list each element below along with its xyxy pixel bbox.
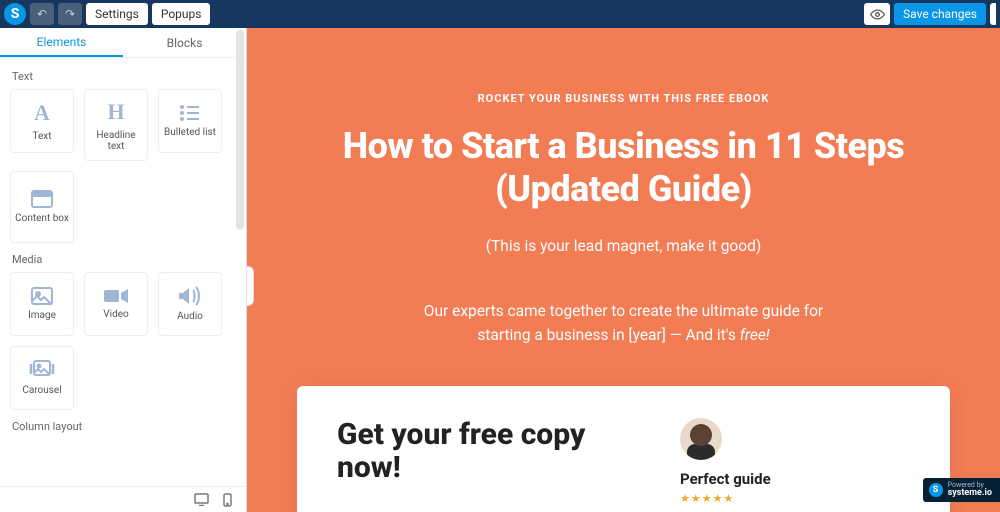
save-button[interactable]: Save changes <box>894 3 986 25</box>
card-video-label: Video <box>100 309 131 320</box>
badge-logo-icon: S <box>929 483 943 497</box>
undo-button[interactable]: ↶ <box>30 3 54 25</box>
hero: ROCKET YOUR BUSINESS WITH THIS FREE EBOO… <box>247 28 1000 371</box>
card-video[interactable]: Video <box>84 272 148 336</box>
panel-collapse-handle[interactable] <box>247 266 254 306</box>
form-card[interactable]: Get your free copy now! Sign up using th… <box>297 386 950 512</box>
card-contentbox-label: Content box <box>12 213 72 224</box>
hero-desc-l2b: free! <box>740 326 770 344</box>
review-block[interactable]: Perfect guide ★★★★★ "I've been in busine… <box>680 418 910 512</box>
review-title: Perfect guide <box>680 470 910 488</box>
review-avatar <box>680 418 722 460</box>
form-heading[interactable]: Get your free copy now! <box>337 418 644 484</box>
settings-button[interactable]: Settings <box>86 3 148 25</box>
sidebar-scrollbar[interactable] <box>236 30 244 230</box>
desktop-icon[interactable] <box>194 493 209 506</box>
top-toolbar: S ↶ ↷ Settings Popups Save changes <box>0 0 1000 28</box>
bulleted-list-icon <box>179 104 201 122</box>
review-stars: ★★★★★ <box>680 492 910 505</box>
powered-by-badge[interactable]: S Powered by systeme.io <box>923 478 1000 502</box>
video-icon <box>104 288 128 304</box>
section-text-label: Text <box>12 70 236 83</box>
card-audio[interactable]: Audio <box>158 272 222 336</box>
card-contentbox[interactable]: Content box <box>10 171 74 243</box>
card-audio-label: Audio <box>174 311 206 322</box>
popups-button[interactable]: Popups <box>152 3 211 25</box>
hero-description[interactable]: Our experts came together to create the … <box>287 299 960 347</box>
hero-tagline[interactable]: (This is your lead magnet, make it good) <box>287 237 960 255</box>
hero-desc-l2a: starting a business in [year] — And it's <box>477 326 739 344</box>
mobile-icon[interactable] <box>223 493 232 507</box>
card-carousel-label: Carousel <box>19 385 64 396</box>
elements-panel: Text A Text H Headline text Bulleted lis… <box>0 58 246 486</box>
tab-blocks[interactable]: Blocks <box>123 28 246 57</box>
app-logo: S <box>4 3 26 25</box>
card-headline-label: Headline text <box>85 130 147 152</box>
headline-icon: H <box>107 99 124 125</box>
text-icon: A <box>34 100 50 126</box>
card-image-label: Image <box>25 310 59 321</box>
card-carousel[interactable]: Carousel <box>10 346 74 410</box>
carousel-icon <box>29 360 55 380</box>
card-bulleted[interactable]: Bulleted list <box>158 89 222 153</box>
card-bulleted-label: Bulleted list <box>161 127 219 138</box>
card-text-label: Text <box>29 131 54 142</box>
hero-desc-l1: Our experts came together to create the … <box>424 302 823 320</box>
eye-icon <box>870 7 885 22</box>
hero-title[interactable]: How to Start a Business in 11 Steps (Upd… <box>287 125 960 211</box>
image-icon <box>31 287 53 305</box>
card-headline[interactable]: H Headline text <box>84 89 148 161</box>
section-media-label: Media <box>12 253 236 266</box>
audio-icon <box>179 286 201 306</box>
hero-eyebrow[interactable]: ROCKET YOUR BUSINESS WITH THIS FREE EBOO… <box>287 92 960 105</box>
section-column-label: Column layout <box>12 420 236 433</box>
device-bar <box>0 486 246 512</box>
redo-button[interactable]: ↷ <box>58 3 82 25</box>
content-box-icon <box>31 190 53 208</box>
sidebar-tabs: Elements Blocks <box>0 28 246 58</box>
sidebar: Elements Blocks Text A Text H Headline t… <box>0 28 247 512</box>
extra-button[interactable] <box>990 3 996 25</box>
badge-brand: systeme.io <box>948 488 992 498</box>
preview-button[interactable] <box>864 3 890 25</box>
canvas[interactable]: ROCKET YOUR BUSINESS WITH THIS FREE EBOO… <box>247 28 1000 512</box>
card-text[interactable]: A Text <box>10 89 74 153</box>
card-image[interactable]: Image <box>10 272 74 336</box>
tab-elements[interactable]: Elements <box>0 28 123 57</box>
